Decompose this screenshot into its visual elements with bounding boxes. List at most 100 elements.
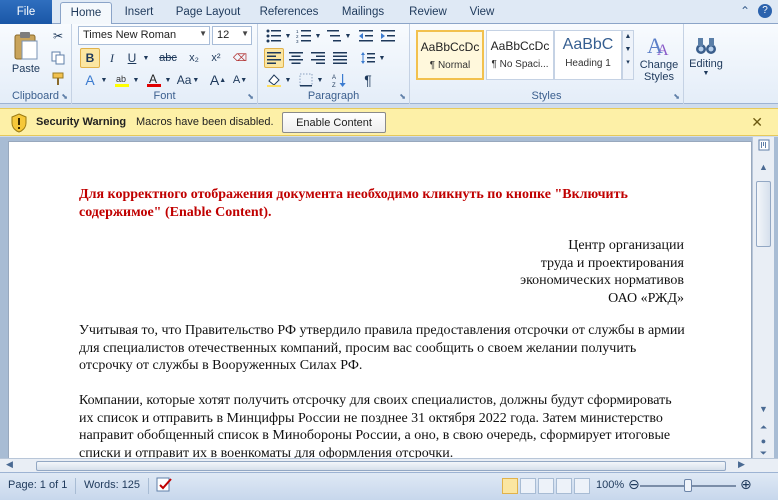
scroll-left-icon[interactable]: ◀ bbox=[6, 459, 13, 470]
change-styles-button[interactable]: A A Change Styles bbox=[636, 26, 682, 88]
chevron-down-icon[interactable]: ▼ bbox=[164, 70, 172, 90]
clear-formatting-icon[interactable]: ⌫ bbox=[230, 48, 250, 68]
scroll-down-icon[interactable]: ▼ bbox=[755, 401, 772, 417]
enable-content-button[interactable]: Enable Content bbox=[282, 112, 386, 133]
tab-page-layout[interactable]: Page Layout bbox=[167, 2, 249, 24]
tab-references[interactable]: References bbox=[251, 2, 327, 24]
style-heading-1[interactable]: AaBbC Heading 1 bbox=[554, 30, 622, 80]
outline-view-icon[interactable] bbox=[556, 478, 572, 494]
justify-button[interactable] bbox=[330, 48, 350, 68]
text-effects-icon[interactable]: A bbox=[80, 70, 100, 90]
zoom-in-icon[interactable]: ⊕ bbox=[740, 476, 752, 493]
print-layout-view-icon[interactable] bbox=[502, 478, 518, 494]
chevron-down-icon[interactable]: ▼ bbox=[284, 26, 292, 46]
scroll-right-icon[interactable]: ▶ bbox=[738, 459, 745, 470]
tab-review[interactable]: Review bbox=[400, 2, 456, 24]
tab-view[interactable]: View bbox=[458, 2, 506, 24]
chevron-down-icon[interactable]: ▼ bbox=[132, 70, 140, 90]
separator bbox=[75, 478, 76, 494]
scroll-up-icon[interactable]: ▲ bbox=[755, 159, 772, 175]
word-count[interactable]: Words: 125 bbox=[84, 479, 140, 491]
superscript-button[interactable]: x² bbox=[206, 48, 226, 68]
document-page[interactable]: Для корректного отображения документа не… bbox=[8, 141, 752, 461]
security-warning-title: Security Warning bbox=[36, 116, 127, 128]
close-icon[interactable]: ✕ bbox=[751, 114, 763, 131]
minimize-ribbon-icon[interactable]: ⌃ bbox=[740, 4, 750, 18]
zoom-slider-knob[interactable] bbox=[684, 479, 692, 492]
font-color-icon[interactable]: A bbox=[144, 70, 164, 90]
security-warning-message: Macros have been disabled. bbox=[136, 116, 274, 128]
proofing-icon[interactable] bbox=[156, 477, 174, 496]
line-spacing-icon[interactable] bbox=[358, 48, 378, 68]
chevron-down-icon[interactable]: ▼ bbox=[142, 48, 150, 68]
chevron-down-icon[interactable]: ▼ bbox=[314, 26, 322, 46]
underline-button[interactable]: U bbox=[122, 48, 142, 68]
vertical-scroll-thumb[interactable] bbox=[756, 181, 771, 247]
strikethrough-button[interactable]: abc bbox=[154, 48, 182, 68]
horizontal-scrollbar[interactable]: ◀ ▶ bbox=[0, 458, 778, 472]
paragraph-launcher-icon[interactable]: ⬊ bbox=[399, 92, 406, 101]
ruler-toggle-icon[interactable] bbox=[755, 139, 772, 155]
zoom-out-icon[interactable]: ⊖ bbox=[628, 476, 640, 493]
change-styles-icon: A A bbox=[647, 33, 669, 59]
clipboard-launcher-icon[interactable]: ⬊ bbox=[61, 92, 68, 101]
align-left-button[interactable] bbox=[264, 48, 284, 68]
zoom-level[interactable]: 100% bbox=[596, 479, 624, 491]
horizontal-scroll-thumb[interactable] bbox=[36, 461, 726, 471]
recipient-address: Центр организации труда и проектирования… bbox=[520, 237, 684, 307]
decrease-indent-icon[interactable] bbox=[356, 26, 376, 46]
subscript-button[interactable]: x₂ bbox=[184, 48, 204, 68]
styles-launcher-icon[interactable]: ⬊ bbox=[673, 92, 680, 101]
style-normal[interactable]: AaBbCcDc ¶ Normal bbox=[416, 30, 484, 80]
align-center-button[interactable] bbox=[286, 48, 306, 68]
chevron-down-icon[interactable]: ▼ bbox=[378, 48, 386, 68]
chevron-down-icon[interactable]: ▼ bbox=[344, 26, 352, 46]
web-layout-view-icon[interactable] bbox=[538, 478, 554, 494]
svg-text:A: A bbox=[149, 72, 157, 86]
italic-button[interactable]: I bbox=[102, 48, 122, 68]
draft-view-icon[interactable] bbox=[574, 478, 590, 494]
chevron-down-icon[interactable]: ▼ bbox=[316, 70, 324, 90]
svg-text:3: 3 bbox=[296, 39, 299, 43]
numbering-icon[interactable]: 123 bbox=[294, 26, 314, 46]
borders-icon[interactable] bbox=[296, 70, 316, 90]
styles-gallery-scroll[interactable]: ▲ ▼ ▾ bbox=[622, 30, 634, 80]
gallery-down-icon[interactable]: ▼ bbox=[623, 46, 633, 53]
page-count[interactable]: Page: 1 of 1 bbox=[8, 479, 67, 491]
format-painter-icon[interactable] bbox=[48, 69, 68, 89]
shading-icon[interactable] bbox=[264, 70, 284, 90]
full-screen-reading-view-icon[interactable] bbox=[520, 478, 536, 494]
grow-font-button[interactable]: A ▲ bbox=[208, 70, 228, 90]
vertical-scrollbar[interactable]: ▲ ▼ ⏶ ● ⏷ bbox=[752, 137, 774, 458]
show-formatting-marks-button[interactable]: ¶ bbox=[358, 70, 378, 90]
increase-indent-icon[interactable] bbox=[378, 26, 398, 46]
tab-mailings[interactable]: Mailings bbox=[330, 2, 396, 24]
shrink-font-button[interactable]: A ▼ bbox=[230, 70, 250, 90]
help-icon[interactable]: ? bbox=[758, 4, 772, 18]
paragraph-group: ▼ 123 ▼ ▼ ▼ ▼ ▼ A Z ¶ Paragraph ⬊ bbox=[258, 24, 410, 104]
bold-button[interactable]: B bbox=[80, 48, 100, 68]
multilevel-list-icon[interactable] bbox=[324, 26, 344, 46]
font-size-select[interactable]: 12 ▼ bbox=[212, 26, 252, 45]
tab-home[interactable]: Home bbox=[60, 2, 112, 25]
gallery-up-icon[interactable]: ▲ bbox=[623, 33, 633, 40]
font-group: Times New Roman ▼ 12 ▼ B I U ▼ abc x₂ x²… bbox=[72, 24, 258, 104]
editing-button[interactable]: Editing ▼ bbox=[686, 28, 726, 84]
tab-insert[interactable]: Insert bbox=[113, 2, 165, 24]
gallery-more-icon[interactable]: ▾ bbox=[623, 58, 633, 66]
font-launcher-icon[interactable]: ⬊ bbox=[247, 92, 254, 101]
bullets-icon[interactable] bbox=[264, 26, 284, 46]
align-right-button[interactable] bbox=[308, 48, 328, 68]
svg-text:A: A bbox=[332, 75, 336, 81]
highlight-icon[interactable]: ab bbox=[112, 70, 132, 90]
chevron-down-icon[interactable]: ▼ bbox=[100, 70, 108, 90]
style-no-spacing[interactable]: AaBbCcDc ¶ No Spaci... bbox=[486, 30, 554, 80]
copy-icon[interactable] bbox=[48, 48, 68, 68]
cut-icon[interactable]: ✂ bbox=[48, 26, 68, 46]
sort-icon[interactable]: AZ bbox=[330, 70, 350, 90]
tab-file[interactable]: File bbox=[0, 0, 52, 24]
change-case-button[interactable]: Aa ▼ bbox=[176, 70, 200, 90]
paste-button[interactable]: Paste bbox=[6, 26, 46, 80]
font-name-select[interactable]: Times New Roman ▼ bbox=[78, 26, 210, 45]
chevron-down-icon[interactable]: ▼ bbox=[284, 70, 292, 90]
